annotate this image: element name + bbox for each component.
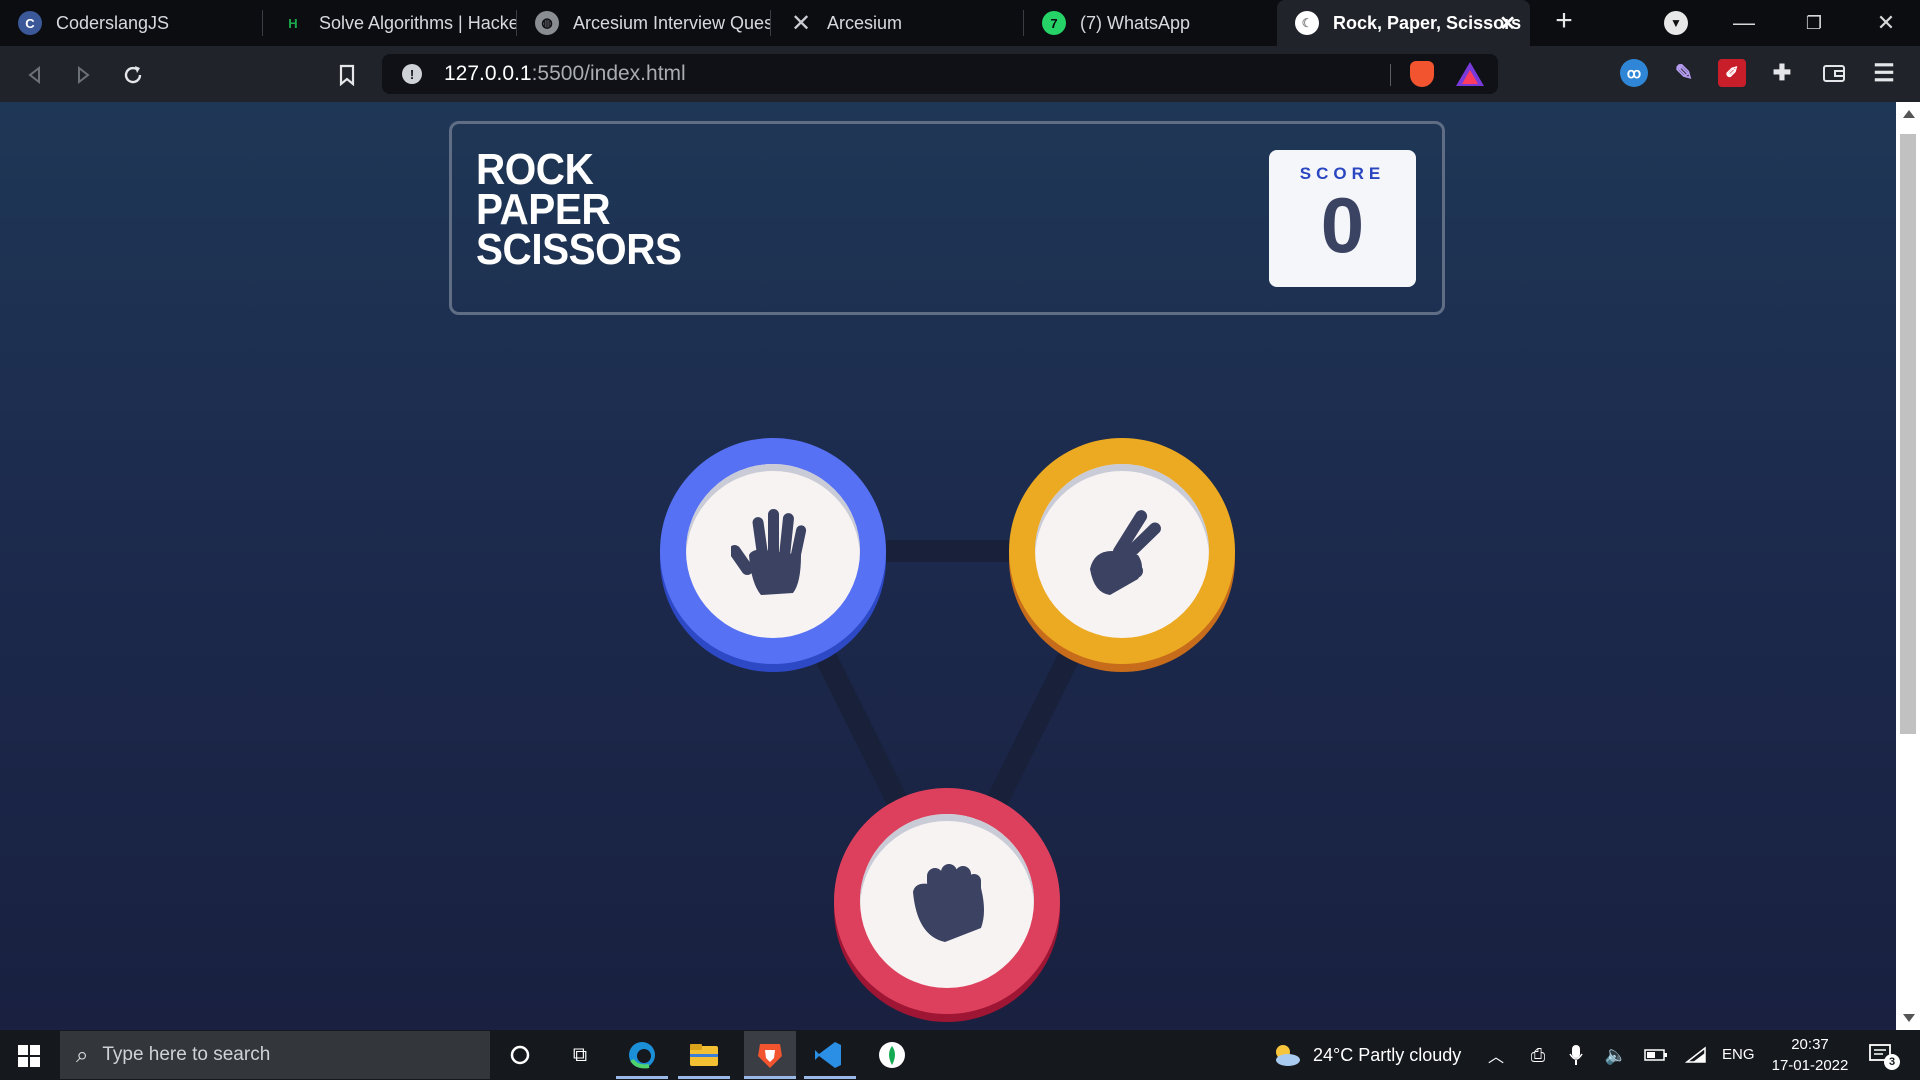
notifications-count: 3 <box>1884 1054 1900 1070</box>
bookmark-icon <box>339 64 355 86</box>
tab-arcesium[interactable]: ✕ Arcesium <box>771 0 1023 46</box>
close-window-button[interactable]: ✕ <box>1858 0 1914 46</box>
rock-button[interactable] <box>834 788 1060 1014</box>
back-arrow-icon <box>28 65 40 85</box>
reload-button[interactable] <box>116 58 150 92</box>
task-view-icon[interactable]: ⧉ <box>564 1039 596 1071</box>
windows-start-icon[interactable] <box>18 1045 40 1067</box>
tab-whatsapp[interactable]: 7 (7) WhatsApp <box>1024 0 1276 46</box>
scissors-button[interactable] <box>1009 438 1235 664</box>
brave-taskbar-button[interactable] <box>744 1031 796 1079</box>
edge-icon[interactable] <box>626 1039 658 1071</box>
coderslang-icon: C <box>18 11 42 35</box>
weather-text[interactable]: 24°C Partly cloudy <box>1313 1045 1461 1066</box>
forward-button[interactable] <box>66 58 100 92</box>
url-divider <box>1390 64 1391 86</box>
tab-arcesium-questions[interactable]: ◍ Arcesium Interview Questions <box>517 0 770 46</box>
meet-now-icon[interactable]: ⎙ <box>1522 1039 1554 1071</box>
new-tab-button[interactable]: + <box>1548 6 1580 38</box>
url-path: :5500/index.html <box>531 62 686 85</box>
menu-icon[interactable]: ☰ <box>1870 59 1898 87</box>
hackerrank-icon: H <box>281 11 305 35</box>
brave-active-indicator <box>744 1076 796 1079</box>
language-indicator[interactable]: ENG <box>1722 1046 1755 1063</box>
explorer-active-indicator <box>678 1076 730 1079</box>
hand-rock-icon <box>913 864 984 942</box>
bookmark-button[interactable] <box>330 58 364 92</box>
url-host: 127.0.0.1 <box>444 62 532 85</box>
notifications-icon[interactable]: 3 <box>1866 1039 1900 1071</box>
tab-search-icon[interactable]: ▼ <box>1664 11 1688 35</box>
arcesium-x-icon: ✕ <box>790 9 812 37</box>
reload-icon <box>124 66 142 84</box>
scissors-face <box>1035 464 1209 638</box>
brave-shield-icon[interactable] <box>1410 61 1434 87</box>
windows-taskbar: ⌕ Type here to search ⧉ 24°C Partly clou… <box>0 1030 1920 1080</box>
mongodb-compass-icon[interactable] <box>876 1039 908 1071</box>
file-explorer-icon[interactable] <box>688 1039 720 1071</box>
grammar-extension-icon[interactable]: ꝏ <box>1620 59 1648 87</box>
wifi-icon[interactable] <box>1680 1039 1712 1071</box>
search-icon: ⌕ <box>76 1042 89 1067</box>
tray-expand-icon[interactable]: ︿ <box>1480 1039 1512 1071</box>
forward-arrow-icon <box>78 65 90 85</box>
microphone-icon[interactable] <box>1560 1039 1592 1071</box>
page-icon: ☾ <box>1295 11 1319 35</box>
search-placeholder: Type here to search <box>102 1044 271 1065</box>
feather-extension-icon[interactable]: ✎ <box>1670 59 1698 87</box>
weather-icon[interactable] <box>1270 1039 1302 1071</box>
restore-button[interactable]: ❐ <box>1786 0 1842 46</box>
colorpick-extension-icon[interactable]: ✐ <box>1718 59 1746 87</box>
close-tab-icon[interactable]: ✕ <box>1499 11 1516 36</box>
battery-icon[interactable] <box>1640 1039 1672 1071</box>
scroll-thumb[interactable] <box>1900 134 1916 734</box>
tab-strip: C CoderslangJS H Solve Algorithms | Hack… <box>0 0 1920 46</box>
vscode-icon[interactable] <box>812 1039 844 1071</box>
globe-icon: ◍ <box>535 11 559 35</box>
page-viewport: ROCK PAPER SCISSORS SCORE 0 <box>0 102 1896 1030</box>
hand-paper-icon <box>731 509 807 595</box>
whatsapp-icon: 7 <box>1042 11 1066 35</box>
scroll-up-icon[interactable] <box>1903 110 1915 118</box>
page-scrollbar[interactable] <box>1896 102 1920 1030</box>
vscode-active-indicator <box>804 1076 856 1079</box>
tab-rock-paper-scissors[interactable]: ☾ Rock, Paper, Scissors ✕ <box>1277 0 1530 46</box>
site-info-icon[interactable]: ! <box>402 64 422 84</box>
paper-face <box>686 464 860 638</box>
brave-rewards-icon[interactable] <box>1456 62 1484 86</box>
edge-active-indicator <box>616 1076 668 1079</box>
cortana-icon[interactable] <box>504 1039 536 1071</box>
tab-hackerrank[interactable]: H Solve Algorithms | HackerRank <box>263 0 516 46</box>
rock-face <box>860 814 1034 988</box>
system-clock[interactable]: 20:37 17-01-2022 <box>1760 1034 1860 1076</box>
minimize-button[interactable]: — <box>1716 0 1772 46</box>
address-bar[interactable]: ! 127.0.0.1:5500/index.html <box>382 54 1498 94</box>
wallet-icon[interactable] <box>1820 59 1848 87</box>
paper-button[interactable] <box>660 438 886 664</box>
hand-scissors-icon <box>1090 510 1161 595</box>
taskbar-search[interactable]: ⌕ Type here to search <box>60 1031 490 1079</box>
clock-date: 17-01-2022 <box>1771 1057 1849 1074</box>
tab-coderslang[interactable]: C CoderslangJS <box>0 0 262 46</box>
back-button[interactable] <box>18 58 52 92</box>
browser-toolbar: ! 127.0.0.1:5500/index.html ꝏ ✎ ✐ ✚ ☰ <box>0 46 1920 102</box>
clock-time: 20:37 <box>1791 1036 1829 1053</box>
volume-icon[interactable]: 🔈 <box>1600 1039 1632 1071</box>
extensions-puzzle-icon[interactable]: ✚ <box>1768 59 1796 87</box>
scroll-down-icon[interactable] <box>1903 1014 1915 1022</box>
